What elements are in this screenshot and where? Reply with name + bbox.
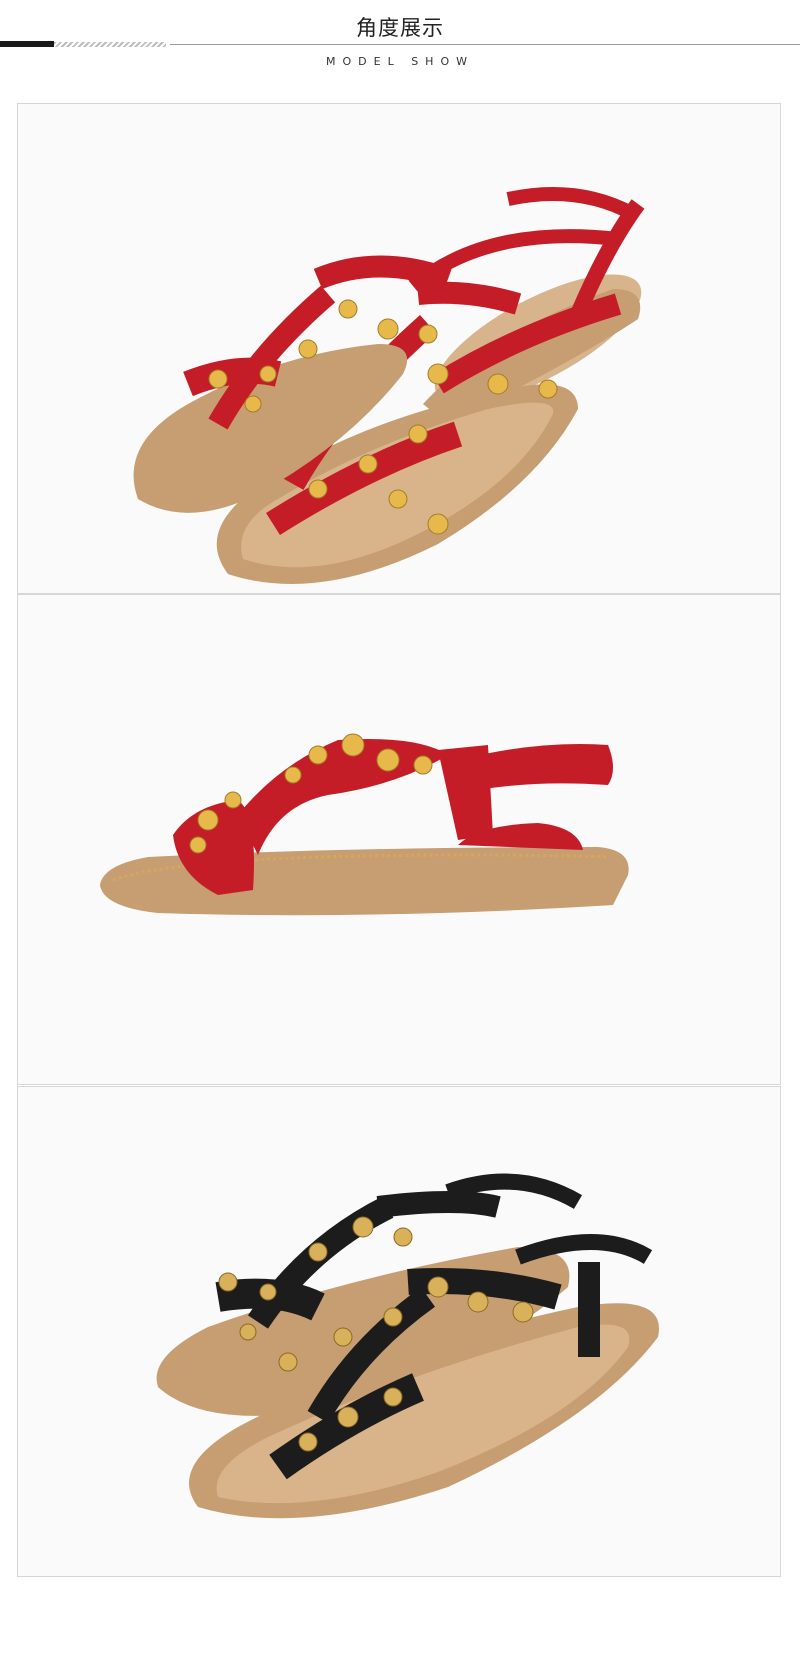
- product-photo-panel-2: [17, 594, 781, 1085]
- sandal-side-red: [100, 739, 629, 916]
- header-rule-line: [170, 44, 800, 45]
- header-rule-hatch: [54, 42, 166, 47]
- sandal-pair-red-image: [133, 187, 645, 584]
- product-photo-panel-3: [17, 1086, 781, 1577]
- header-rule-dark: [0, 41, 54, 47]
- section-header: 角度展示 MODEL SHOW: [0, 0, 800, 90]
- product-photo-panel-1: [17, 103, 781, 594]
- section-subtitle: MODEL SHOW: [326, 55, 474, 68]
- section-title: 角度展示: [356, 16, 444, 40]
- sandal-pair-black-image: [156, 1173, 659, 1519]
- sandal-side-red-image: [100, 733, 629, 916]
